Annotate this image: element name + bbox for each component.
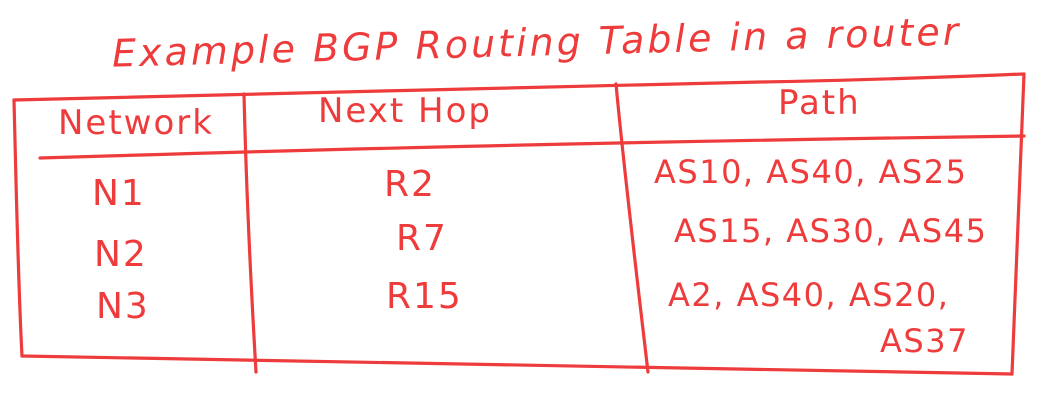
row-3-network: N3 [96, 286, 150, 327]
header-network: Network [58, 103, 214, 143]
row-2-next-hop: R7 [396, 218, 448, 259]
column-divider-2 [614, 82, 650, 374]
header-path: Path [778, 83, 861, 123]
table-right-border [1010, 72, 1026, 376]
row-3-path-line-1: A2, AS40, AS20, [668, 276, 949, 314]
row-3-next-hop: R15 [386, 276, 463, 317]
handwritten-note: Example BGP Routing Table in a router Ne… [12, 9, 1026, 376]
row-1-network: N1 [92, 173, 146, 214]
table-bottom-border [20, 354, 1014, 376]
table-top-border [12, 72, 1026, 102]
row-2-network: N2 [94, 234, 148, 275]
row-1-path: AS10, AS40, AS25 [654, 153, 967, 191]
row-1-next-hop: R2 [384, 164, 436, 205]
row-2-path: AS15, AS30, AS45 [674, 212, 987, 250]
header-next-hop: Next Hop [318, 91, 492, 131]
table-left-border [12, 98, 24, 358]
note-title: Example BGP Routing Table in a router [112, 9, 962, 75]
column-divider-1 [242, 92, 258, 374]
row-3-path-line-2: AS37 [880, 322, 969, 360]
